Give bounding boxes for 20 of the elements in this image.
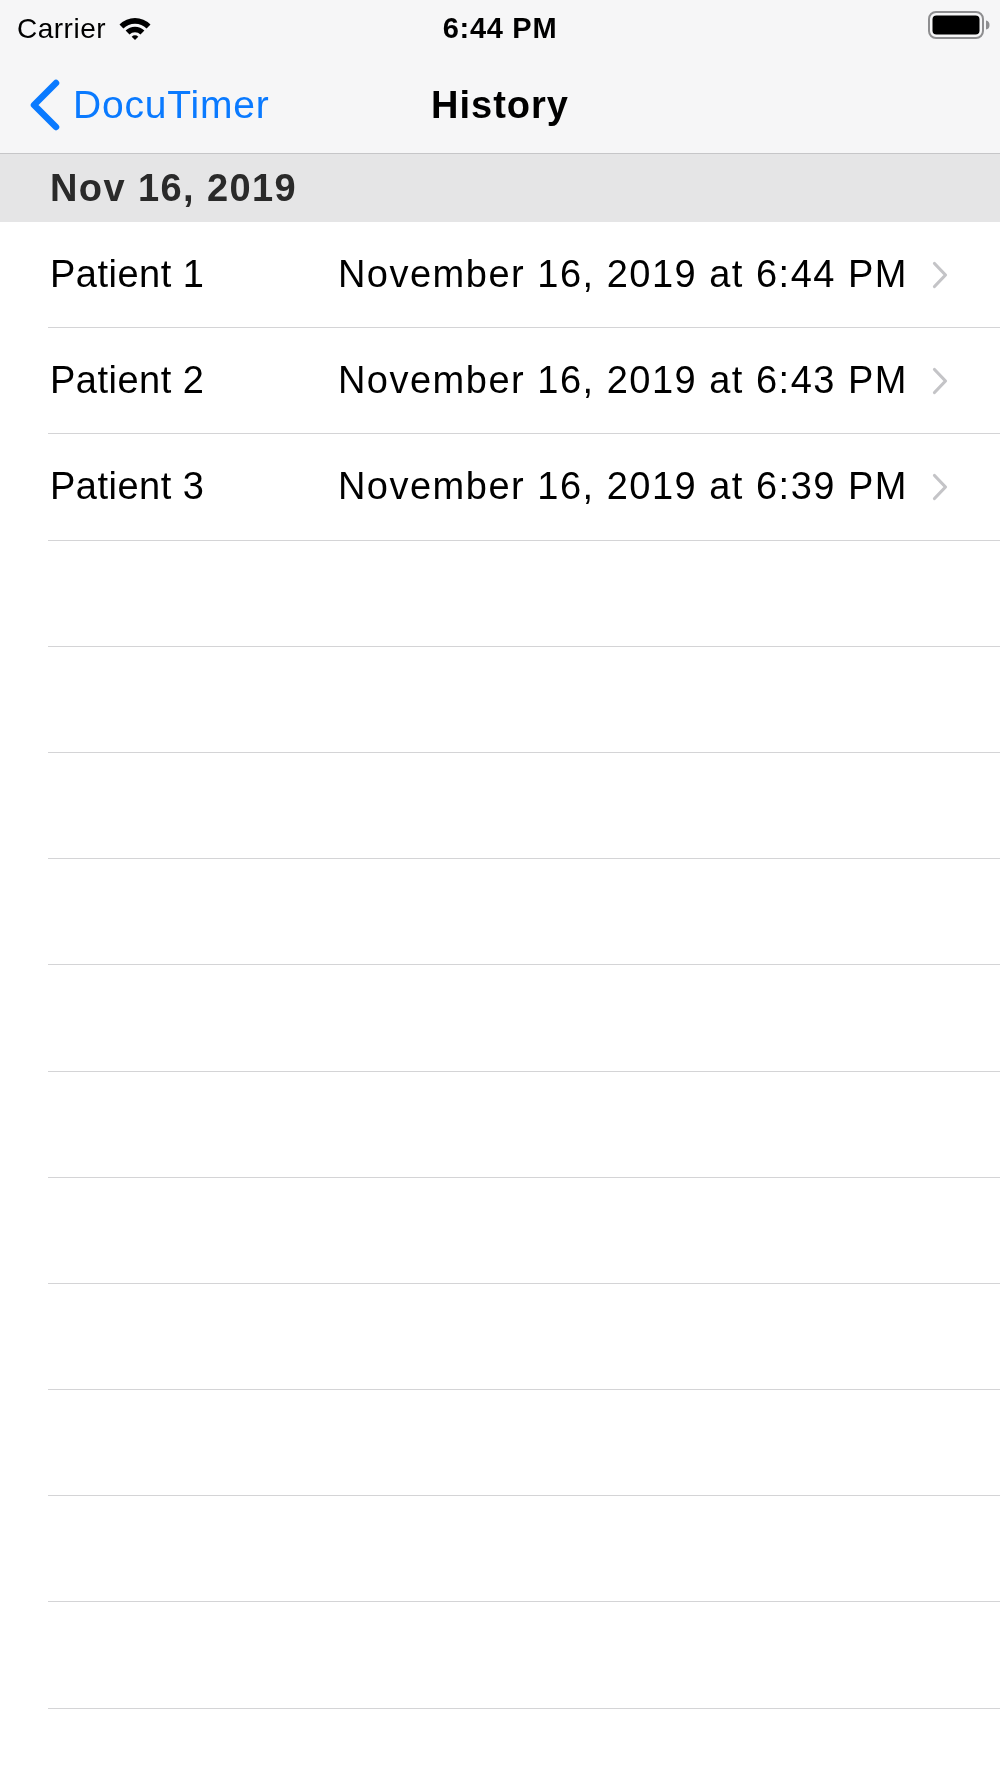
back-chevron-icon (29, 79, 61, 131)
timestamp: November 16, 2019 at 6:39 PM (337, 465, 908, 509)
chevron-icon (932, 472, 948, 501)
list-row[interactable]: Patient 1 November 16, 2019 at 6:44 PM (48, 222, 1000, 329)
patient-name: Patient 2 (50, 359, 206, 403)
section-date: Nov 16, 2019 (50, 166, 298, 210)
chevron-icon (932, 366, 948, 395)
chevron-icon (932, 260, 948, 289)
list-row[interactable]: Patient 3 November 16, 2019 at 6:39 PM (48, 434, 1000, 541)
wifi-icon (118, 16, 153, 41)
list-row[interactable]: Patient 2 November 16, 2019 at 6:43 PM (48, 328, 1000, 435)
screen-title: History (431, 83, 569, 127)
timestamp: November 16, 2019 at 6:43 PM (337, 359, 908, 403)
timestamp: November 16, 2019 at 6:44 PM (337, 253, 908, 297)
patient-name: Patient 1 (50, 253, 206, 297)
carrier-label: Carrier (17, 12, 107, 45)
battery-icon (928, 11, 990, 39)
back-button[interactable]: DocuTimer (0, 75, 270, 135)
patient-name: Patient 3 (50, 465, 206, 509)
clock-time: 6:44 PM (442, 12, 558, 45)
